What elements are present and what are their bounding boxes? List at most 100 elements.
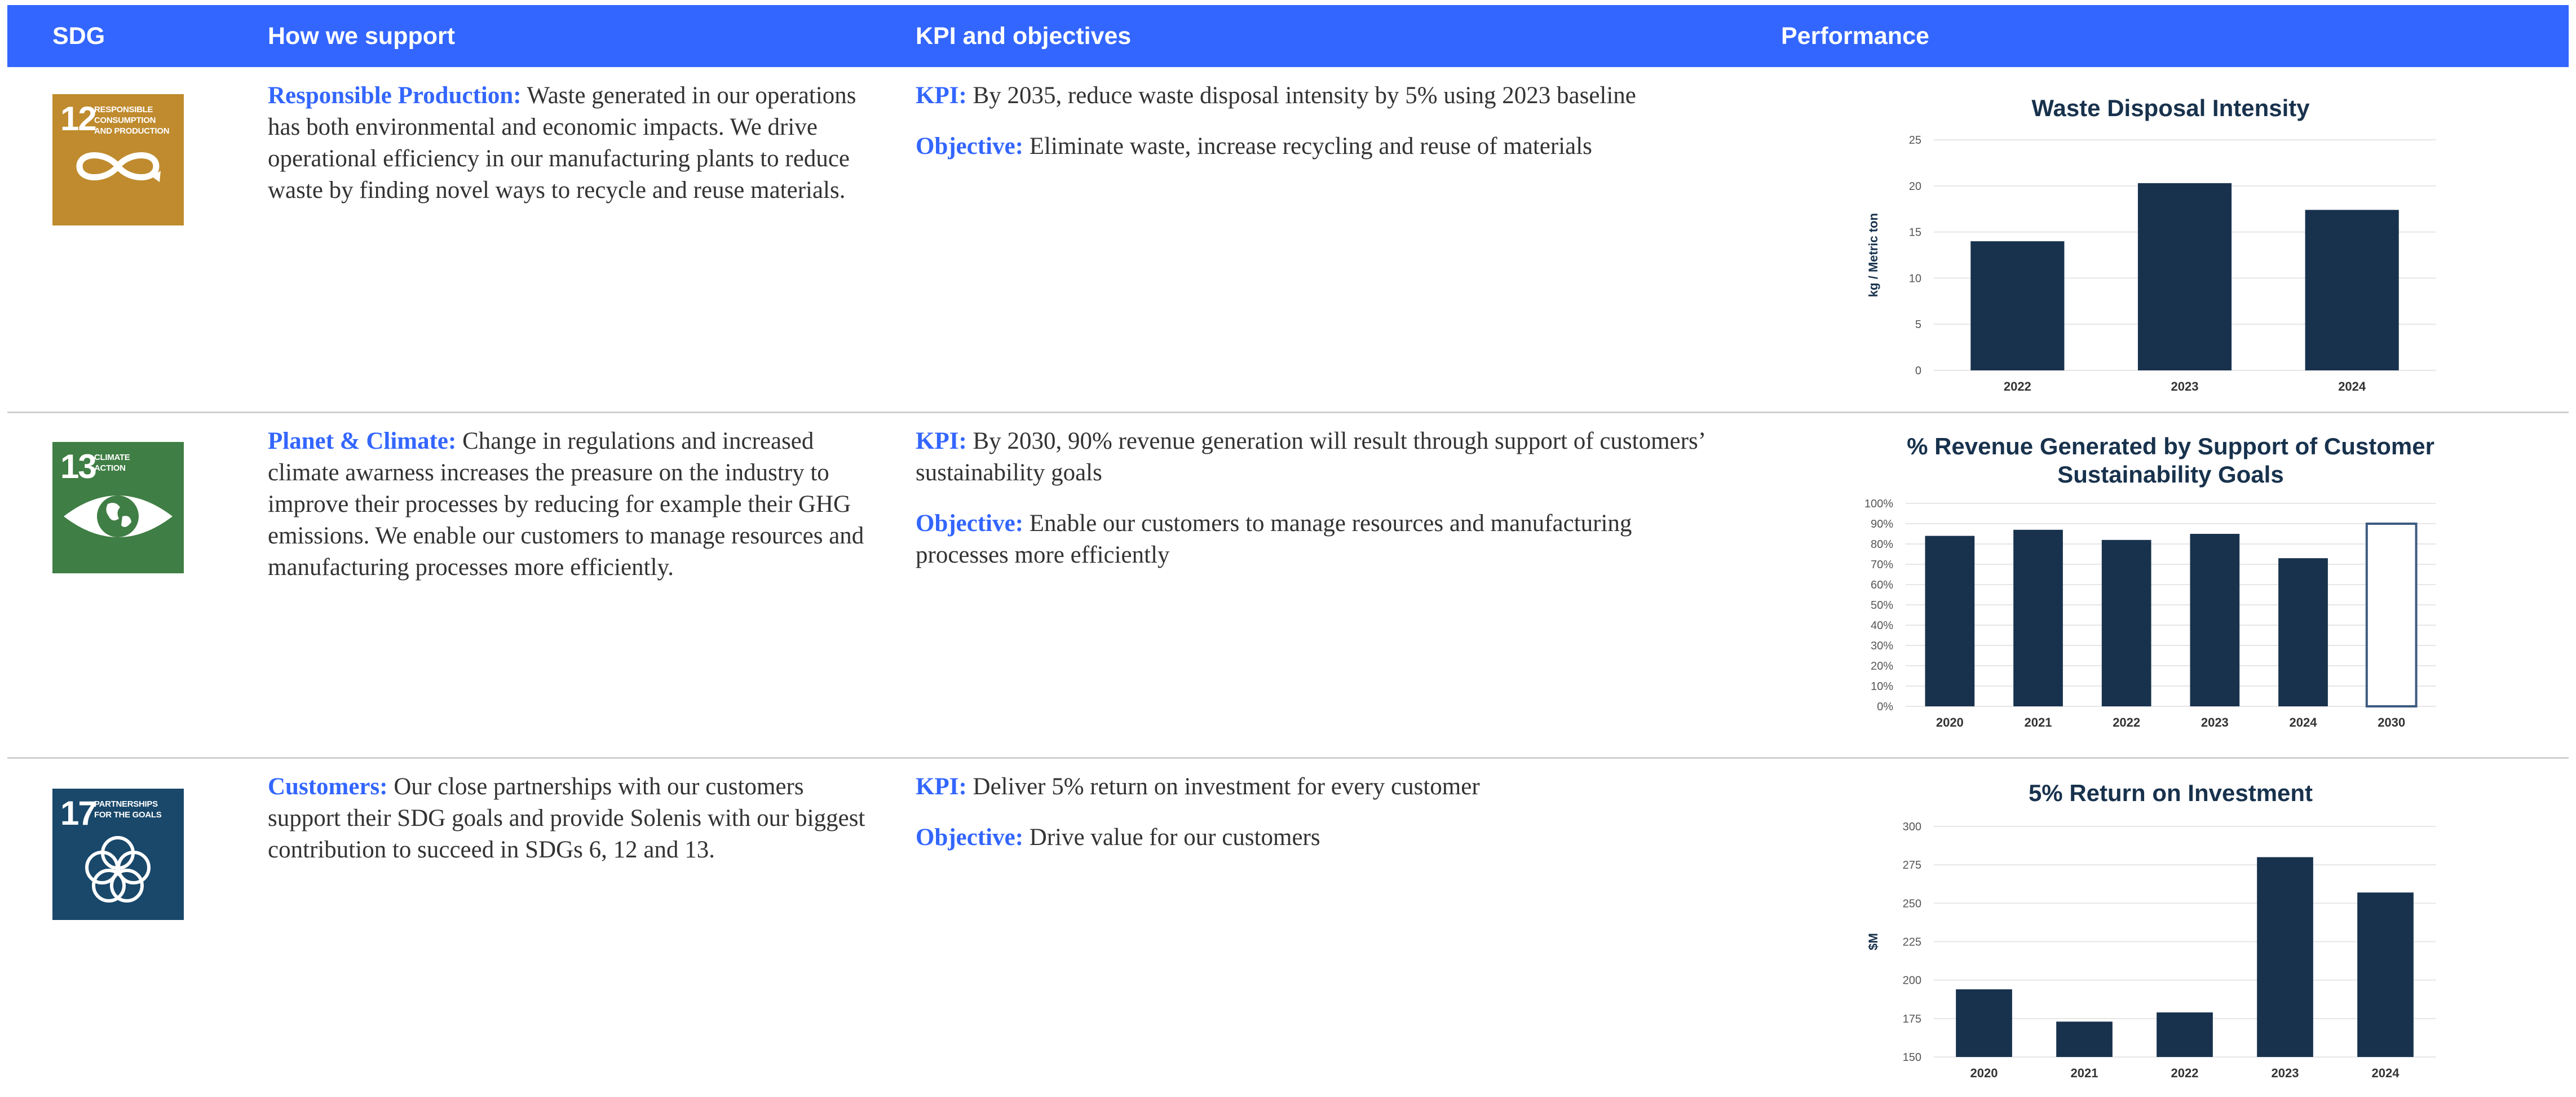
y-tick-label: 5	[1915, 319, 1921, 331]
y-tick-label: 100%	[1864, 498, 1893, 510]
y-tick-label: 300	[1903, 821, 1921, 833]
chart-title: % Revenue Generated by Support of Custom…	[1907, 433, 2434, 488]
x-tick-label: 2030	[2378, 715, 2405, 729]
sdg-number: 12	[60, 100, 97, 138]
bar	[2157, 1012, 2213, 1057]
x-tick-label: 2022	[2004, 379, 2031, 393]
y-tick-label: 175	[1903, 1013, 1921, 1025]
y-tick-label: 20	[1909, 180, 1921, 193]
support-lead: Responsible Production:	[268, 82, 522, 109]
x-tick-label: 2023	[2272, 1066, 2299, 1080]
kpi-lead: KPI:	[916, 82, 967, 109]
sdg-title: RESPONSIBLE CONSUMPTION AND PRODUCTION	[94, 105, 170, 136]
y-tick-label: 225	[1903, 936, 1921, 949]
objective-paragraph: Objective: Enable our customers to manag…	[916, 508, 1727, 571]
x-tick-label: 2024	[2372, 1066, 2400, 1080]
bar	[2305, 210, 2399, 370]
objective-lead: Objective:	[916, 133, 1024, 160]
sdg-title: PARTNERSHIPS FOR THE GOALS	[94, 799, 162, 820]
support-text: Customers: Our close partnerships with o…	[268, 771, 865, 866]
header-kpi-objectives: KPI and objectives	[916, 23, 1132, 50]
y-tick-label: 40%	[1871, 620, 1893, 632]
x-tick-label: 2020	[1936, 715, 1964, 729]
objective-lead: Objective:	[916, 824, 1024, 851]
kpi-text: Deliver 5% return on investment for ever…	[966, 773, 1480, 800]
y-tick-label: 0%	[1877, 701, 1893, 713]
header-performance: Performance	[1781, 23, 1929, 50]
bar	[2278, 558, 2328, 706]
kpi-lead: KPI:	[916, 428, 967, 454]
kpi-paragraph: KPI: Deliver 5% return on investment for…	[916, 771, 1727, 803]
chart-title: 5% Return on Investment	[2029, 781, 2313, 806]
x-tick-label: 2022	[2171, 1066, 2199, 1080]
sdg-17-tile: 17 PARTNERSHIPS FOR THE GOALS	[52, 789, 184, 920]
x-tick-label: 2024	[2338, 379, 2366, 393]
kpi-objectives-block: KPI: Deliver 5% return on investment for…	[916, 771, 1727, 873]
sdg-12-tile: 12 RESPONSIBLE CONSUMPTION AND PRODUCTIO…	[52, 94, 184, 225]
bar	[1956, 989, 2012, 1057]
bar	[2190, 534, 2240, 706]
objective-text: Enable our customers to manage resources…	[916, 510, 1632, 568]
kpi-text: By 2030, 90% revenue generation will res…	[916, 428, 1704, 486]
kpi-objectives-block: KPI: By 2030, 90% revenue generation wil…	[916, 426, 1727, 590]
y-tick-label: 150	[1903, 1051, 1921, 1064]
support-lead: Customers:	[268, 773, 388, 800]
x-tick-label: 2020	[1970, 1066, 1998, 1080]
y-tick-label: 0	[1915, 365, 1921, 377]
support-text: Planet & Climate: Change in regulations …	[268, 426, 865, 583]
objective-paragraph: Objective: Eliminate waste, increase rec…	[916, 131, 1727, 162]
x-tick-label: 2022	[2113, 715, 2140, 729]
y-tick-label: 25	[1909, 134, 1921, 147]
chart-waste-disposal-intensity: Waste Disposal Intensity 0 5 10 15 20 25 kg / M…	[1866, 95, 2436, 393]
bar	[2357, 892, 2414, 1057]
table-header: SDG How we support KPI and objectives Pe…	[7, 5, 2569, 67]
chart-title: Waste Disposal Intensity	[2031, 95, 2310, 121]
target-bar	[2365, 523, 2418, 707]
sdg-13-tile: 13 CLIMATE ACTION	[52, 442, 184, 573]
x-tick-label: 2023	[2171, 379, 2199, 393]
header-how-we-support: How we support	[268, 23, 456, 50]
kpi-objectives-block: KPI: By 2035, reduce waste disposal inte…	[916, 80, 1727, 182]
y-axis-label: $M	[1866, 933, 1880, 950]
y-tick-label: 250	[1903, 897, 1921, 910]
objective-text: Drive value for our customers	[1023, 824, 1320, 851]
kpi-paragraph: KPI: By 2030, 90% revenue generation wil…	[916, 426, 1727, 489]
infinity-loop-icon	[76, 152, 161, 182]
kpi-lead: KPI:	[916, 773, 967, 800]
x-tick-label: 2021	[2071, 1066, 2098, 1080]
sdg-number: 13	[60, 448, 97, 485]
sdg-title: CLIMATE ACTION	[94, 453, 130, 473]
bar	[1925, 536, 1975, 706]
y-tick-label: 50%	[1871, 599, 1893, 612]
objective-paragraph: Objective: Drive value for our customers	[916, 822, 1727, 853]
chart-revenue-sustainability-goals: % Revenue Generated by Support of Custom…	[1864, 433, 2436, 729]
header-sdg: SDG	[52, 23, 105, 50]
interlocking-rings-icon	[85, 836, 151, 903]
row-divider	[7, 412, 2569, 413]
y-tick-label: 15	[1909, 227, 1921, 239]
y-tick-label: 80%	[1871, 538, 1893, 551]
support-text: Responsible Production: Waste generated …	[268, 80, 865, 206]
y-tick-label: 30%	[1871, 640, 1893, 652]
y-tick-label: 90%	[1871, 518, 1893, 530]
bar	[2056, 1021, 2113, 1057]
y-tick-label: 275	[1903, 859, 1921, 872]
bar	[1970, 241, 2065, 370]
row-divider	[7, 757, 2569, 759]
kpi-text: By 2035, reduce waste disposal intensity…	[966, 82, 1636, 109]
y-tick-label: 10	[1909, 272, 1921, 285]
y-tick-label: 70%	[1871, 559, 1893, 571]
y-tick-label: 200	[1903, 975, 1921, 987]
chart-return-on-investment: 5% Return on Investment 150 175 200 225 250 27…	[1866, 781, 2436, 1080]
x-tick-label: 2023	[2201, 715, 2229, 729]
bar	[2257, 857, 2313, 1057]
eye-globe-icon	[64, 496, 173, 537]
bar	[2013, 529, 2063, 706]
sdg-number: 17	[60, 794, 97, 832]
x-tick-label: 2021	[2025, 715, 2052, 729]
x-tick-label: 2024	[2290, 715, 2318, 729]
objective-text: Eliminate waste, increase recycling and …	[1023, 133, 1592, 160]
y-tick-label: 20%	[1871, 660, 1893, 673]
y-axis-label: kg / Metric ton	[1866, 213, 1880, 297]
kpi-paragraph: KPI: By 2035, reduce waste disposal inte…	[916, 80, 1727, 112]
